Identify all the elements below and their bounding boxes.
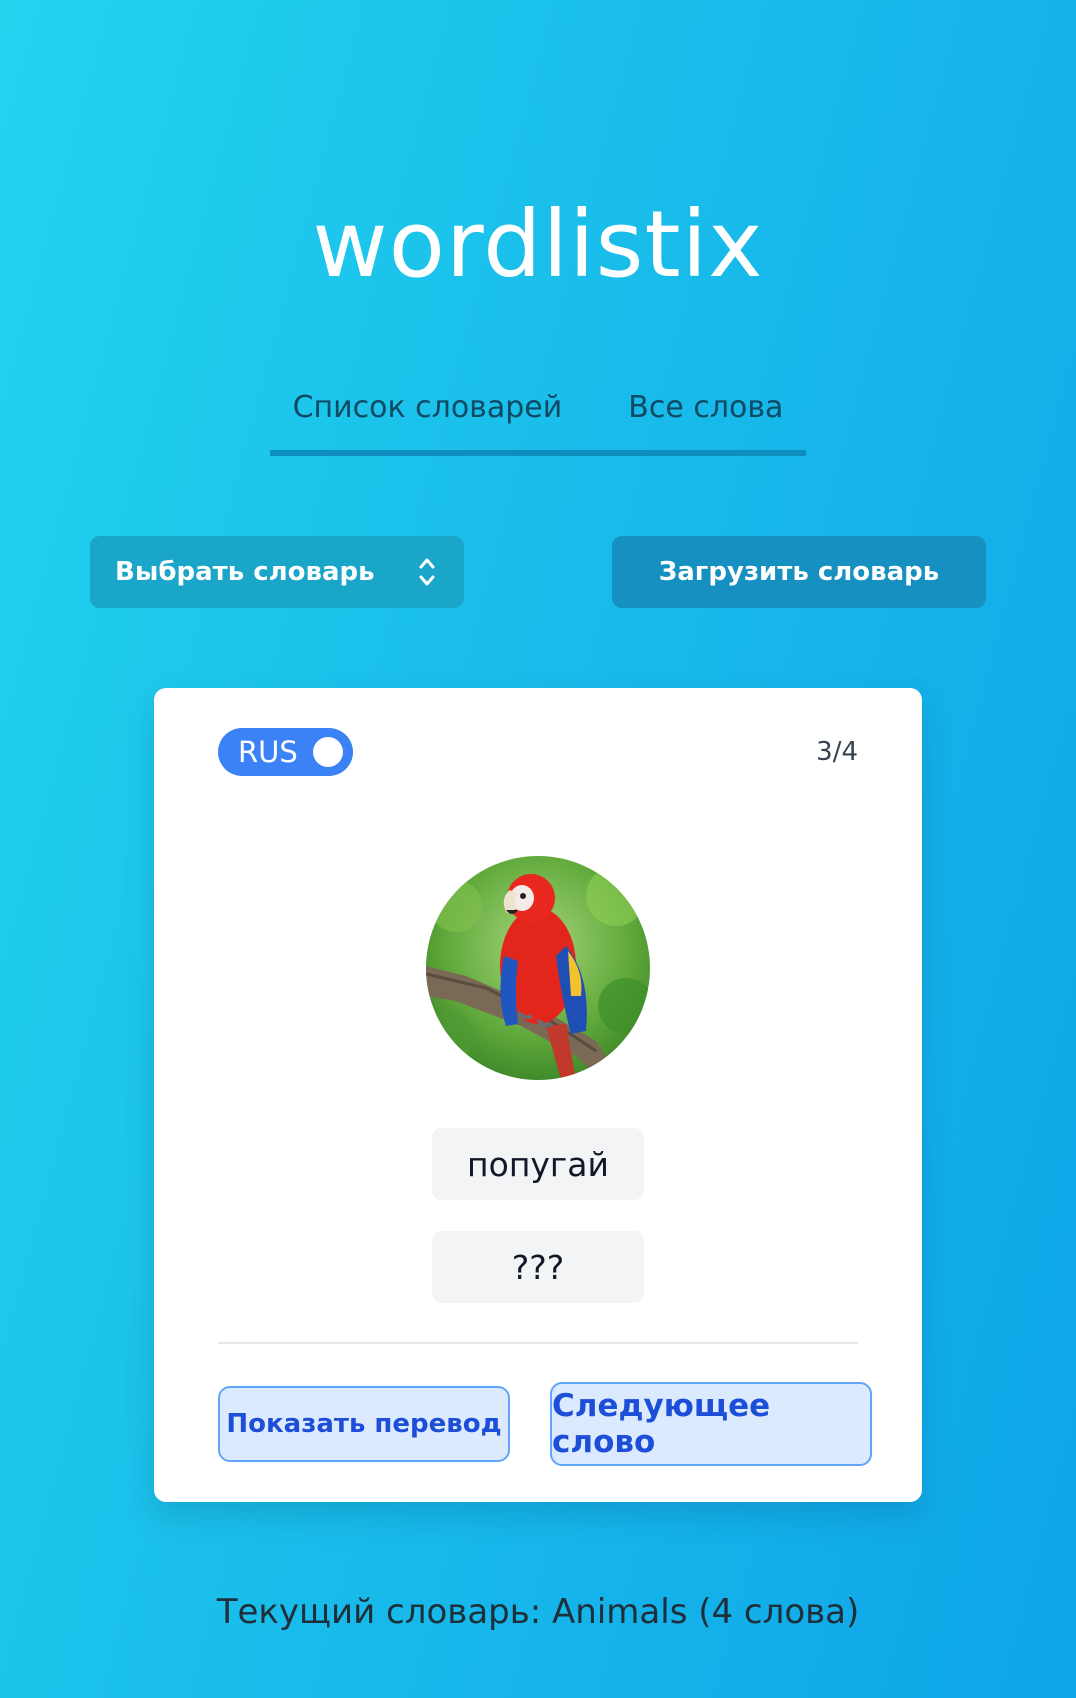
- show-translation-button[interactable]: Показать перевод: [218, 1386, 510, 1462]
- language-label: RUS: [238, 735, 298, 769]
- flashcard: RUS 3/4 попугай ??? Показать перевод Сле…: [154, 688, 922, 1502]
- current-dictionary-status: Текущий словарь: Animals (4 слова): [216, 1592, 860, 1632]
- tab-bar: Список словарей Все слова: [270, 380, 806, 456]
- toggle-knob: [313, 737, 343, 767]
- language-toggle[interactable]: RUS: [218, 728, 353, 776]
- chevron-up-down-icon: [419, 558, 435, 586]
- tab-dictionary-list[interactable]: Список словарей: [293, 380, 563, 450]
- translation-display: ???: [432, 1231, 644, 1303]
- next-word-button[interactable]: Следующее слово: [550, 1382, 872, 1466]
- dictionary-select-label: Выбрать словарь: [115, 557, 375, 587]
- word-image: [426, 856, 650, 1080]
- divider: [218, 1342, 858, 1344]
- dictionary-select[interactable]: Выбрать словарь: [90, 536, 464, 608]
- app-title: wordlistix: [312, 191, 764, 298]
- tab-all-words[interactable]: Все слова: [628, 380, 783, 450]
- word-counter: 3/4: [816, 737, 858, 767]
- upload-dictionary-button[interactable]: Загрузить словарь: [612, 536, 986, 608]
- parrot-image: [426, 856, 650, 1080]
- word-display: попугай: [432, 1128, 644, 1200]
